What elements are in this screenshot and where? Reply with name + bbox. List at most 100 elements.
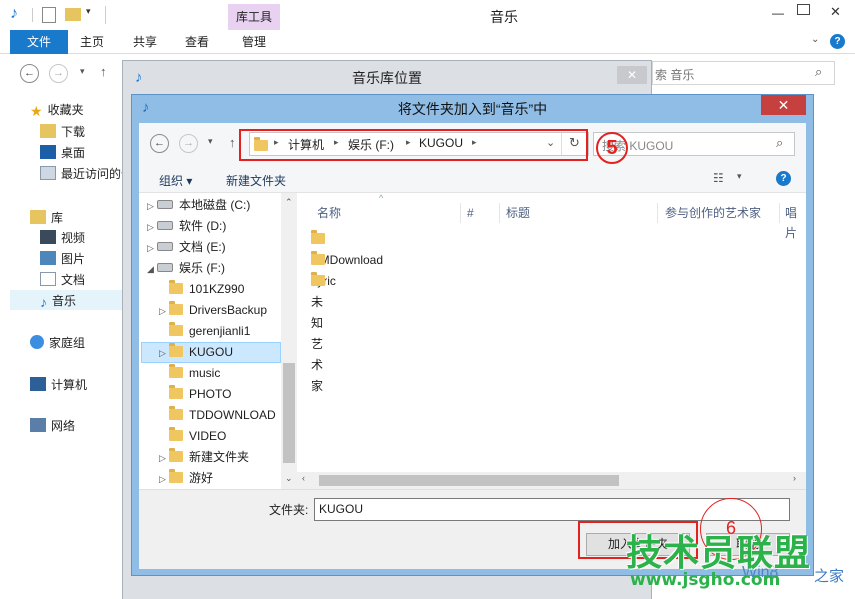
- column-separator: [460, 203, 461, 223]
- scroll-down-icon[interactable]: ⌄: [285, 473, 293, 484]
- dialog-up-button[interactable]: ↑: [229, 135, 236, 150]
- back-button[interactable]: ←: [20, 64, 39, 83]
- tree-item[interactable]: 101KZ990: [159, 279, 244, 300]
- column-name[interactable]: 名称: [317, 203, 341, 223]
- dialog-close-button[interactable]: ✕: [761, 95, 806, 115]
- nav-pictures[interactable]: 图片: [40, 249, 85, 269]
- tree-scrollbar[interactable]: ⌃ ⌄: [281, 193, 297, 489]
- scroll-left-icon[interactable]: ‹: [302, 473, 305, 483]
- help-icon[interactable]: ?: [776, 171, 791, 186]
- computer-icon: [30, 377, 46, 391]
- tree-item-label: 新建文件夹: [189, 450, 250, 464]
- column-artist[interactable]: 参与创作的艺术家: [665, 203, 761, 223]
- dialog-toolbar: 组织 ▾ 新建文件夹 ☷ ▾ ?: [139, 165, 806, 193]
- tab-home[interactable]: 主页: [70, 30, 114, 54]
- homegroup-icon: [30, 335, 44, 349]
- tree-expander-icon[interactable]: ▷: [159, 469, 169, 489]
- nav-videos[interactable]: 视频: [40, 228, 85, 248]
- drive-icon: [157, 242, 173, 251]
- view-options-icon[interactable]: ☷: [713, 171, 724, 185]
- tree-scroll-thumb[interactable]: [283, 363, 295, 463]
- nav-favorites[interactable]: ★ 收藏夹: [30, 100, 84, 120]
- tree-item[interactable]: ▷ 本地磁盘 (C:): [147, 195, 250, 216]
- tree-item[interactable]: ▷ KUGOU: [159, 342, 233, 363]
- folder-icon: [311, 272, 325, 286]
- tree-expander-icon[interactable]: ▷: [159, 448, 169, 469]
- tree-expander-icon[interactable]: ▷: [159, 301, 169, 322]
- view-dropdown-icon[interactable]: ▾: [737, 171, 742, 182]
- column-title[interactable]: 标题: [506, 203, 530, 223]
- tree-item-label: music: [189, 366, 221, 380]
- nav-computer[interactable]: 计算机: [30, 375, 87, 395]
- horizontal-scrollbar[interactable]: ‹ ›: [297, 472, 806, 489]
- nav-pictures-label: 图片: [61, 252, 86, 266]
- tree-item[interactable]: ◢ 娱乐 (F:): [147, 258, 225, 279]
- dialog-back-button[interactable]: ←: [150, 134, 169, 153]
- tree-item[interactable]: PHOTO: [159, 384, 231, 405]
- file-row[interactable]: 未知艺术家: [311, 271, 331, 393]
- search-input[interactable]: 索 音乐 ⌕: [652, 61, 835, 85]
- dialog-recent-icon[interactable]: ▾: [208, 136, 213, 147]
- folder-icon: [169, 406, 183, 420]
- dialog-forward-button[interactable]: →: [179, 134, 198, 153]
- nav-network-label: 网络: [51, 419, 76, 433]
- horizontal-scroll-thumb[interactable]: [319, 475, 619, 486]
- ribbon-expand-icon[interactable]: ⌄: [811, 34, 819, 45]
- tree-expander-icon[interactable]: ▷: [147, 217, 157, 238]
- tree-item-label: gerenjianli1: [189, 324, 251, 338]
- tree-expander-icon[interactable]: ▷: [159, 343, 169, 364]
- nav-recent[interactable]: 最近访问的位: [40, 164, 133, 184]
- nav-desktop[interactable]: 桌面: [40, 143, 85, 163]
- tab-file[interactable]: 文件: [10, 30, 68, 54]
- tree-item[interactable]: TDDOWNLOAD: [159, 405, 276, 426]
- new-folder-button[interactable]: 新建文件夹: [226, 172, 286, 189]
- tree-expander-icon[interactable]: ▷: [147, 196, 157, 217]
- column-album[interactable]: 唱片: [785, 203, 806, 240]
- nav-music-label: 音乐: [52, 294, 77, 308]
- forward-button[interactable]: →: [49, 64, 68, 83]
- tree-item[interactable]: VIDEO: [159, 426, 226, 447]
- column-number[interactable]: #: [467, 203, 474, 223]
- tree-expander-icon[interactable]: ◢: [147, 259, 157, 280]
- up-button[interactable]: ↑: [100, 64, 107, 79]
- nav-homegroup[interactable]: 家庭组: [30, 333, 85, 353]
- nav-downloads[interactable]: 下载: [40, 122, 85, 142]
- recent-dropdown-icon[interactable]: ▾: [80, 66, 85, 77]
- tab-view[interactable]: 查看: [174, 30, 220, 54]
- tree-item[interactable]: ▷ 游好: [159, 468, 213, 489]
- tab-share[interactable]: 共享: [122, 30, 168, 54]
- tree-item[interactable]: ▷ 新建文件夹: [159, 447, 249, 468]
- title-divider: [105, 6, 106, 24]
- tree-item[interactable]: ▷ 软件 (D:): [147, 216, 226, 237]
- folder-icon: [311, 230, 325, 244]
- scroll-up-icon[interactable]: ⌃: [285, 197, 293, 208]
- nav-network[interactable]: 网络: [30, 416, 75, 436]
- minimize-button[interactable]: —: [772, 6, 784, 20]
- nav-documents[interactable]: 文档: [40, 270, 85, 290]
- explorer-title-bar: ♪ ▾ 音乐 — ✕: [0, 0, 855, 30]
- qat-dropdown-icon[interactable]: ▾: [86, 6, 91, 17]
- music-icon: ♪: [40, 294, 47, 310]
- tree-item[interactable]: music: [159, 363, 220, 384]
- organize-button[interactable]: 组织 ▾: [159, 172, 192, 189]
- scroll-right-icon[interactable]: ›: [793, 473, 796, 483]
- tree-expander-icon[interactable]: ▷: [147, 238, 157, 259]
- tree-item[interactable]: ▷ 文档 (E:): [147, 237, 226, 258]
- nav-libraries[interactable]: 库: [30, 208, 63, 228]
- search-icon: ⌕: [815, 64, 823, 79]
- tree-item[interactable]: gerenjianli1: [159, 321, 250, 342]
- tab-manage[interactable]: 管理: [228, 30, 280, 54]
- library-dialog-close-button[interactable]: ✕: [617, 66, 647, 84]
- file-row[interactable]: Lyric: [311, 250, 336, 288]
- tree-item-label: 娱乐 (F:): [179, 261, 225, 275]
- tree-item-label: 文档 (E:): [179, 240, 226, 254]
- qat-divider: [32, 8, 33, 22]
- file-row[interactable]: DMDownload: [311, 229, 383, 267]
- help-icon[interactable]: ?: [830, 34, 845, 49]
- properties-icon[interactable]: [42, 7, 56, 23]
- nav-music[interactable]: ♪ 音乐: [40, 291, 76, 311]
- new-folder-icon[interactable]: [65, 8, 81, 21]
- maximize-button[interactable]: [797, 4, 810, 15]
- close-window-button[interactable]: ✕: [816, 2, 855, 22]
- tree-item[interactable]: ▷ DriversBackup: [159, 300, 267, 321]
